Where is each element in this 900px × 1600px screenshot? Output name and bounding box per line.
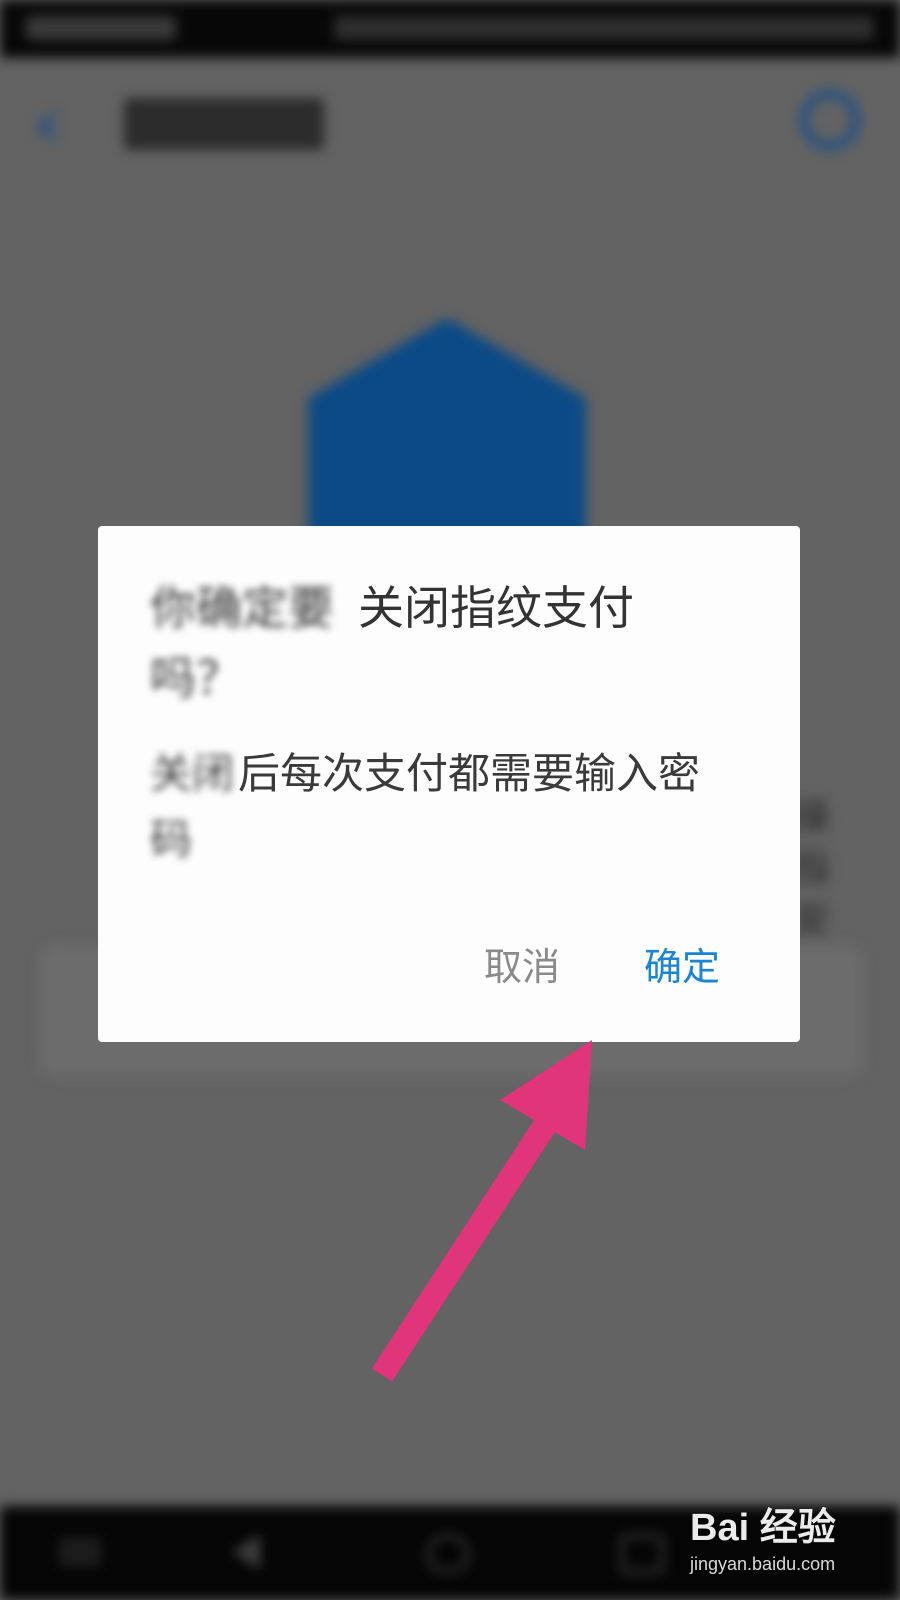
dialog-title: 关闭指纹支付 (358, 581, 634, 635)
menu-icon[interactable] (58, 1534, 102, 1574)
watermark-logo: Bai 经验 (690, 1507, 836, 1549)
back-arrow-icon[interactable]: ‹ (34, 92, 78, 156)
nav-home-icon[interactable] (426, 1534, 470, 1574)
watermark-url: jingyan.baidu.com (690, 1554, 836, 1574)
cancel-button[interactable]: 取消 (472, 936, 572, 998)
dialog-message-suffix: 码 (150, 815, 193, 864)
status-bar (0, 0, 900, 58)
confirm-button[interactable]: 确定 (632, 936, 732, 998)
status-icons (334, 16, 874, 40)
settings-icon[interactable] (800, 90, 860, 150)
confirm-dialog: 你确定要 关闭指纹支付 吗？ 关闭 后每次支付都需要输入密 码 取消 确定 (98, 526, 800, 1042)
page-title (124, 98, 324, 150)
dialog-title-prefix: 你确定要 (150, 581, 334, 635)
annotation-arrow-icon (371, 1040, 592, 1382)
baidu-jingyan-watermark: Bai 经验 jingyan.baidu.com (690, 1496, 890, 1596)
nav-recent-apps-icon[interactable] (620, 1534, 664, 1574)
app-bar: ‹ (0, 58, 900, 188)
dialog-message-prefix: 关闭 (150, 749, 235, 798)
dialog-message: 后每次支付都需要输入密 (238, 749, 701, 798)
dialog-title-suffix: 吗？ (150, 651, 242, 705)
carrier-info (26, 16, 176, 40)
nav-back-icon[interactable] (232, 1534, 260, 1570)
